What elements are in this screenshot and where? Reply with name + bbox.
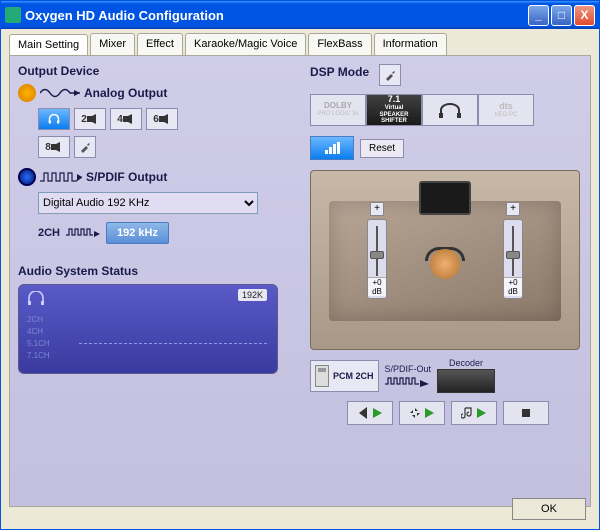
ok-button[interactable]: OK: [512, 498, 586, 520]
output-device-heading: Output Device: [18, 64, 298, 78]
tab-information[interactable]: Information: [374, 33, 447, 55]
flow-wave-icon: [385, 375, 429, 387]
status-graph-icon: [79, 343, 267, 363]
analog-output-label: Analog Output: [84, 86, 167, 100]
eq-button[interactable]: [310, 136, 354, 160]
status-2ch-label: 2CH: [27, 315, 43, 324]
dsp-mode-heading: DSP Mode: [310, 65, 369, 79]
audio-status-heading: Audio System Status: [18, 264, 298, 278]
source-pc-box: PCM 2CH: [310, 360, 379, 392]
right-volume-plus-button[interactable]: +: [506, 202, 520, 216]
music-play-button[interactable]: [451, 401, 497, 425]
channel-2-button[interactable]: 2: [74, 108, 106, 130]
tab-flexbass[interactable]: FlexBass: [308, 33, 371, 55]
dsp-dolby-button[interactable]: DOLBY PRO LOGIC IIx: [310, 94, 366, 126]
tab-effect[interactable]: Effect: [137, 33, 183, 55]
left-volume-plus-button[interactable]: +: [370, 202, 384, 216]
spdif-icon: [18, 168, 36, 186]
sine-wave-icon: [40, 86, 80, 100]
tab-karaoke[interactable]: Karaoke/Magic Voice: [185, 33, 306, 55]
audio-status-panel: 192K 2CH 4CH 5.1CH 7.1CH: [18, 284, 278, 374]
square-wave-small-icon: [66, 226, 100, 241]
spdif-rate-badge: 192 kHz: [106, 222, 169, 244]
app-icon: [5, 7, 21, 23]
close-button[interactable]: X: [574, 5, 595, 26]
tab-mixer[interactable]: Mixer: [90, 33, 135, 55]
signal-flow: PCM 2CH S/PDIF-Out Decoder: [310, 358, 585, 393]
spdif-out-label: S/PDIF-Out: [385, 364, 432, 374]
main-panel: Output Device Analog Output 2 4 6 8: [9, 55, 591, 507]
left-volume-slider[interactable]: + +0dB: [367, 219, 387, 299]
channel-6-button[interactable]: 6: [146, 108, 178, 130]
dsp-settings-button[interactable]: [379, 64, 401, 86]
transport-bar: [310, 401, 585, 425]
shuffle-play-button[interactable]: [399, 401, 445, 425]
spdif-output-label: S/PDIF Output: [86, 170, 167, 184]
status-51ch-label: 5.1CH: [27, 339, 50, 348]
window-title: Oxygen HD Audio Configuration: [25, 8, 526, 23]
stop-button[interactable]: [503, 401, 549, 425]
dsp-dts-button[interactable]: dts NEO PC: [478, 94, 534, 126]
square-wave-icon: [40, 170, 82, 184]
eq-bars-icon: [325, 142, 340, 154]
audio-status-section: Audio System Status 192K 2CH 4CH 5.1CH 7…: [18, 264, 298, 374]
analog-speaker-icon: [18, 84, 36, 102]
status-rate-badge: 192K: [238, 289, 267, 301]
decoder-icon: [437, 369, 495, 393]
listener-head-icon: [430, 249, 460, 279]
reset-button[interactable]: Reset: [360, 139, 404, 158]
spdif-channel-label: 2CH: [38, 227, 60, 239]
tab-bar: Main Setting Mixer Effect Karaoke/Magic …: [9, 33, 591, 55]
speaker-room-visual: + +0dB + +0dB: [310, 170, 580, 350]
channel-8-button[interactable]: 8: [38, 136, 70, 158]
monitor-icon: [419, 181, 471, 215]
pc-tower-icon: [315, 365, 329, 387]
decoder-label: Decoder: [449, 358, 483, 368]
maximize-button[interactable]: □: [551, 5, 572, 26]
channel-4-button[interactable]: 4: [110, 108, 142, 130]
pcm-label: PCM 2CH: [333, 371, 374, 381]
spdif-format-select[interactable]: Digital Audio 192 KHz: [38, 192, 258, 214]
app-window: Oxygen HD Audio Configuration _ □ X Main…: [0, 0, 600, 530]
prev-play-button[interactable]: [347, 401, 393, 425]
title-bar[interactable]: Oxygen HD Audio Configuration _ □ X: [1, 1, 599, 29]
dsp-section: DSP Mode DOLBY PRO LOGIC IIx 7.1 Virtual…: [310, 64, 585, 425]
right-volume-slider[interactable]: + +0dB: [503, 219, 523, 299]
headphone-button[interactable]: [38, 108, 70, 130]
minimize-button[interactable]: _: [528, 5, 549, 26]
dsp-headphone-button[interactable]: [422, 94, 478, 126]
status-headphone-icon: [27, 291, 45, 307]
dsp-virtual-speaker-button[interactable]: 7.1 Virtual SPEAKER SHIFTER: [366, 94, 422, 126]
status-71ch-label: 7.1CH: [27, 351, 50, 360]
tab-main-setting[interactable]: Main Setting: [9, 34, 88, 56]
output-section: Output Device Analog Output 2 4 6 8: [18, 64, 298, 374]
status-4ch-label: 4CH: [27, 327, 43, 336]
analog-settings-button[interactable]: [74, 136, 96, 158]
